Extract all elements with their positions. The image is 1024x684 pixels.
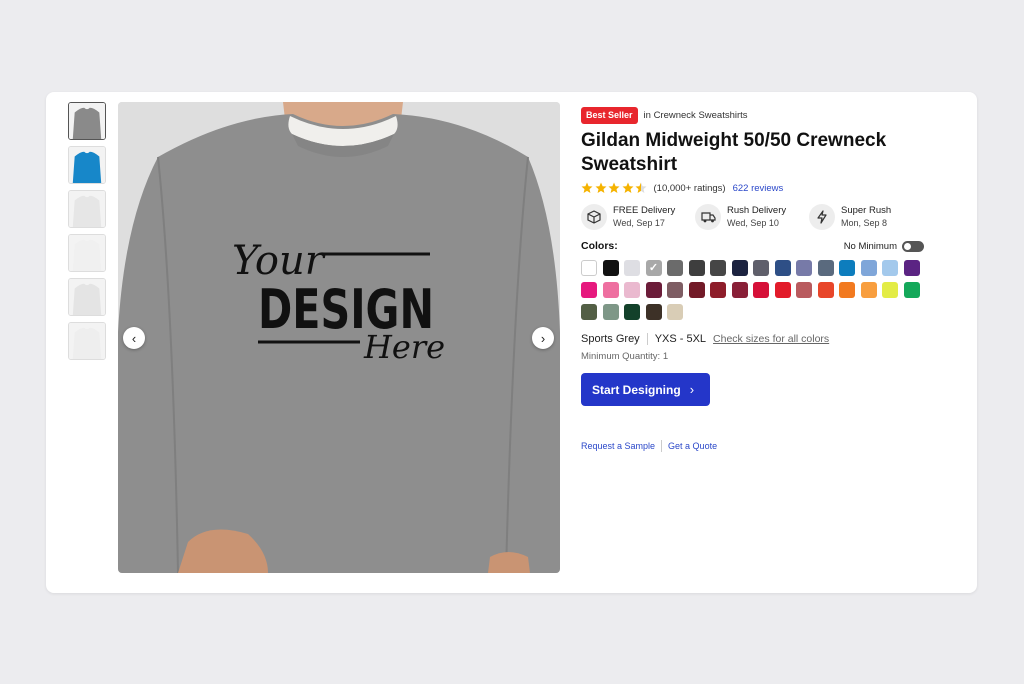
lightning-icon	[809, 204, 835, 230]
product-image: Your DESIGN Here ‹ ›	[118, 102, 560, 573]
product-info: Best Seller in Crewneck Sweatshirts Gild…	[581, 106, 926, 452]
color-swatches	[581, 260, 926, 326]
best-seller-badge: Best Seller	[581, 106, 638, 124]
color-swatch[interactable]	[602, 282, 619, 298]
get-quote-link[interactable]: Get a Quote	[668, 441, 717, 451]
sweatshirt-image: Your DESIGN Here	[118, 102, 560, 573]
thumb-light-model[interactable]	[68, 190, 106, 228]
color-swatch[interactable]	[710, 282, 726, 298]
color-swatch[interactable]	[753, 282, 769, 298]
color-swatch[interactable]	[602, 304, 619, 320]
product-card: Your DESIGN Here ‹ › Best Seller in Crew…	[46, 92, 977, 593]
check-sizes-link[interactable]: Check sizes for all colors	[713, 333, 829, 345]
chevron-right-icon: ›	[689, 382, 695, 397]
delivery-date: Wed, Sep 10	[727, 218, 779, 228]
color-swatch[interactable]	[645, 260, 662, 276]
reviews-link[interactable]: 622 reviews	[733, 183, 784, 194]
no-minimum-label: No Minimum	[843, 240, 897, 252]
delivery-date: Wed, Sep 17	[613, 218, 665, 228]
delivery-title: FREE Delivery	[613, 205, 676, 216]
no-minimum-toggle[interactable]	[902, 240, 924, 252]
delivery-title: Rush Delivery	[727, 205, 787, 216]
colors-label: Colors:	[581, 240, 618, 252]
truck-icon	[695, 204, 721, 230]
color-swatch[interactable]	[645, 304, 662, 320]
request-sample-link[interactable]: Request a Sample	[581, 441, 655, 451]
ratings-count: (10,000+ ratings)	[653, 182, 726, 194]
color-swatch[interactable]	[903, 260, 920, 276]
star-icon	[622, 182, 633, 193]
color-swatch[interactable]	[624, 304, 640, 320]
thumb-fabric[interactable]	[68, 322, 106, 360]
next-image-button[interactable]: ›	[532, 327, 554, 349]
star-icon	[581, 182, 593, 193]
color-swatch[interactable]	[688, 282, 705, 298]
box-icon	[581, 204, 607, 230]
delivery-option-rush[interactable]: Rush Delivery Wed, Sep 10	[695, 204, 809, 230]
color-swatch[interactable]	[753, 260, 769, 276]
color-swatch[interactable]	[860, 282, 877, 298]
color-swatch[interactable]	[796, 260, 812, 276]
color-swatch[interactable]	[624, 260, 640, 276]
color-swatch[interactable]	[624, 282, 640, 298]
color-swatch[interactable]	[602, 260, 619, 276]
color-swatch[interactable]	[817, 282, 834, 298]
prev-image-button[interactable]: ‹	[123, 327, 145, 349]
thumb-back[interactable]	[68, 278, 106, 316]
star-icon	[595, 182, 606, 193]
delivery-option-free[interactable]: FREE Delivery Wed, Sep 17	[581, 204, 695, 230]
product-title: Gildan Midweight 50/50 Crewneck Sweatshi…	[581, 130, 887, 175]
color-swatch[interactable]	[817, 260, 834, 276]
color-swatch[interactable]	[710, 260, 726, 276]
thumbnail-list	[68, 102, 108, 366]
color-swatch[interactable]	[667, 304, 683, 320]
color-swatch[interactable]	[667, 282, 683, 298]
delivery-options: FREE Delivery Wed, Sep 17 Rush Delivery …	[581, 204, 926, 230]
color-swatch[interactable]	[774, 282, 791, 298]
delivery-title: Super Rush	[841, 205, 892, 216]
thumb-grey-front[interactable]	[68, 102, 106, 140]
color-swatch[interactable]	[860, 260, 877, 276]
thumb-blue[interactable]	[68, 146, 106, 184]
delivery-date: Mon, Sep 8	[841, 218, 888, 228]
selected-color-name: Sports Grey	[581, 333, 640, 345]
color-swatch[interactable]	[667, 260, 683, 276]
color-swatch[interactable]	[581, 260, 597, 276]
color-swatch[interactable]	[882, 282, 898, 298]
color-swatch[interactable]	[645, 282, 662, 298]
chevron-right-icon: ›	[540, 330, 546, 346]
color-swatch[interactable]	[796, 282, 812, 298]
color-swatch[interactable]	[839, 260, 855, 276]
delivery-option-super-rush[interactable]: Super Rush Mon, Sep 8	[809, 204, 923, 230]
color-swatch[interactable]	[688, 260, 705, 276]
color-swatch[interactable]	[581, 304, 597, 320]
minimum-quantity: Minimum Quantity: 1	[581, 351, 669, 362]
color-swatch[interactable]	[839, 282, 855, 298]
chevron-left-icon: ‹	[131, 330, 137, 346]
thumb-white-model[interactable]	[68, 234, 106, 272]
start-designing-label: Start Designing	[592, 382, 681, 397]
star-rating	[581, 182, 649, 194]
start-designing-button[interactable]: Start Designing ›	[581, 373, 710, 406]
color-swatch[interactable]	[581, 282, 597, 298]
color-swatch[interactable]	[903, 282, 920, 298]
size-range: YXS - 5XL	[654, 333, 707, 345]
color-swatch[interactable]	[774, 260, 791, 276]
design-text-here: Here	[363, 328, 445, 366]
color-swatch[interactable]	[731, 260, 748, 276]
category-link[interactable]: in Crewneck Sweatshirts	[644, 110, 748, 121]
color-swatch[interactable]	[882, 260, 898, 276]
color-swatch[interactable]	[731, 282, 748, 298]
star-icon	[608, 182, 620, 193]
star-icon	[635, 182, 647, 193]
